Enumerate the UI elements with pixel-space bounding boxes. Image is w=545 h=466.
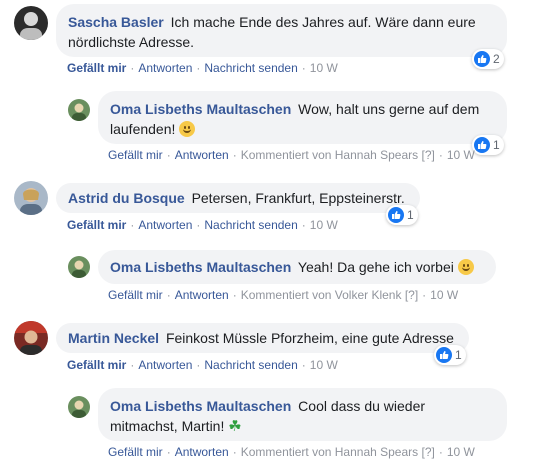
comment-actions: Gefällt mir · Antworten · Nachricht senden · 1… xyxy=(67,61,338,75)
timestamp[interactable]: 10 W xyxy=(310,61,338,75)
reaction-number: 1 xyxy=(493,138,500,152)
page-avatar[interactable] xyxy=(68,256,90,278)
smile-emoji-icon xyxy=(179,121,196,137)
reply-link[interactable]: Antworten xyxy=(138,61,192,75)
like-link[interactable]: Gefällt mir xyxy=(67,358,126,372)
avatar-sascha-basler[interactable] xyxy=(14,6,48,40)
reply-link[interactable]: Antworten xyxy=(175,445,229,459)
reaction-count[interactable]: 1 xyxy=(434,345,466,365)
comment-actions: Gefällt mir · Antworten · Nachricht senden · 1… xyxy=(67,358,338,372)
reply-link[interactable]: Antworten xyxy=(175,148,229,162)
reaction-count[interactable]: 1 xyxy=(472,135,504,155)
reply-author[interactable]: Oma Lisbeths Maultaschen xyxy=(110,101,291,117)
comment-text: Feinkost Müssle Pforzheim, eine gute Adr… xyxy=(165,330,454,346)
reply-author[interactable]: Oma Lisbeths Maultaschen xyxy=(110,259,291,275)
reaction-count[interactable]: 1 xyxy=(386,205,418,225)
reply-link[interactable]: Antworten xyxy=(175,288,229,302)
reply-author[interactable]: Oma Lisbeths Maultaschen xyxy=(110,398,291,414)
like-link[interactable]: Gefällt mir xyxy=(108,288,163,302)
reply-bubble: Oma Lisbeths Maultaschen Wow, halt uns g… xyxy=(98,91,507,144)
reply-link[interactable]: Antworten xyxy=(138,358,192,372)
reaction-count[interactable]: 2 xyxy=(472,49,504,69)
page-avatar[interactable] xyxy=(68,99,90,121)
like-reaction-icon xyxy=(436,347,452,363)
reaction-number: 1 xyxy=(407,208,414,222)
info-link[interactable]: [?] xyxy=(422,148,435,162)
reaction-number: 1 xyxy=(455,348,462,362)
like-reaction-icon xyxy=(474,51,490,67)
comment-author[interactable]: Martin Neckel xyxy=(68,330,159,346)
reply-text: Yeah! Da gehe ich vorbei xyxy=(297,259,454,275)
person-photo-icon xyxy=(14,321,48,355)
reply-link[interactable]: Antworten xyxy=(138,218,192,232)
avatar-astrid-du-bosque[interactable] xyxy=(14,181,48,215)
info-link[interactable]: [?] xyxy=(405,288,418,302)
timestamp[interactable]: 10 W xyxy=(430,288,458,302)
page-avatar[interactable] xyxy=(68,396,90,418)
timestamp[interactable]: 10 W xyxy=(447,148,475,162)
timestamp[interactable]: 10 W xyxy=(310,358,338,372)
page-logo-icon xyxy=(68,396,90,418)
reply-actions: Gefällt mir · Antworten · Kommentiert von Vo… xyxy=(108,288,459,302)
send-message-link[interactable]: Nachricht senden xyxy=(204,218,297,232)
comment-bubble: Sascha Basler Ich mache Ende des Jahres … xyxy=(56,4,507,57)
page-logo-icon xyxy=(68,256,90,278)
send-message-link[interactable]: Nachricht senden xyxy=(204,358,297,372)
comment-bubble: Astrid du Bosque Petersen, Frankfurt, Ep… xyxy=(56,183,420,213)
reply-actions: Gefällt mir · Antworten · Kommentiert von Ha… xyxy=(108,148,475,162)
comment-actions: Gefällt mir · Antworten · Nachricht senden · 1… xyxy=(67,218,338,232)
reply-actions: Gefällt mir · Antworten · Kommentiert von Ha… xyxy=(108,445,475,459)
like-reaction-icon xyxy=(388,207,404,223)
like-reaction-icon xyxy=(474,137,490,153)
timestamp[interactable]: 10 W xyxy=(447,445,475,459)
like-link[interactable]: Gefällt mir xyxy=(67,218,126,232)
like-link[interactable]: Gefällt mir xyxy=(67,61,126,75)
comment-author[interactable]: Astrid du Bosque xyxy=(68,190,185,206)
page-logo-icon xyxy=(68,99,90,121)
like-link[interactable]: Gefällt mir xyxy=(108,148,163,162)
comment-text: Petersen, Frankfurt, Eppsteinerstr. xyxy=(191,190,405,206)
timestamp[interactable]: 10 W xyxy=(310,218,338,232)
comment-bubble: Martin Neckel Feinkost Müssle Pforzheim,… xyxy=(56,323,469,353)
person-photo-icon xyxy=(14,6,48,40)
send-message-link[interactable]: Nachricht senden xyxy=(204,61,297,75)
reply-bubble: Oma Lisbeths Maultaschen Cool dass du wi… xyxy=(98,388,507,441)
reply-bubble: Oma Lisbeths Maultaschen Yeah! Da gehe i… xyxy=(98,250,496,284)
four-leaf-clover-icon: ☘ xyxy=(228,418,242,435)
smile-emoji-icon xyxy=(457,259,474,275)
commented-by[interactable]: Kommentiert von Hannah Spears xyxy=(241,445,418,459)
person-photo-icon xyxy=(14,181,48,215)
info-link[interactable]: [?] xyxy=(422,445,435,459)
reaction-number: 2 xyxy=(493,52,500,66)
avatar-martin-neckel[interactable] xyxy=(14,321,48,355)
commented-by[interactable]: Kommentiert von Volker Klenk xyxy=(241,288,402,302)
commented-by[interactable]: Kommentiert von Hannah Spears xyxy=(241,148,418,162)
comment-author[interactable]: Sascha Basler xyxy=(68,14,164,30)
like-link[interactable]: Gefällt mir xyxy=(108,445,163,459)
